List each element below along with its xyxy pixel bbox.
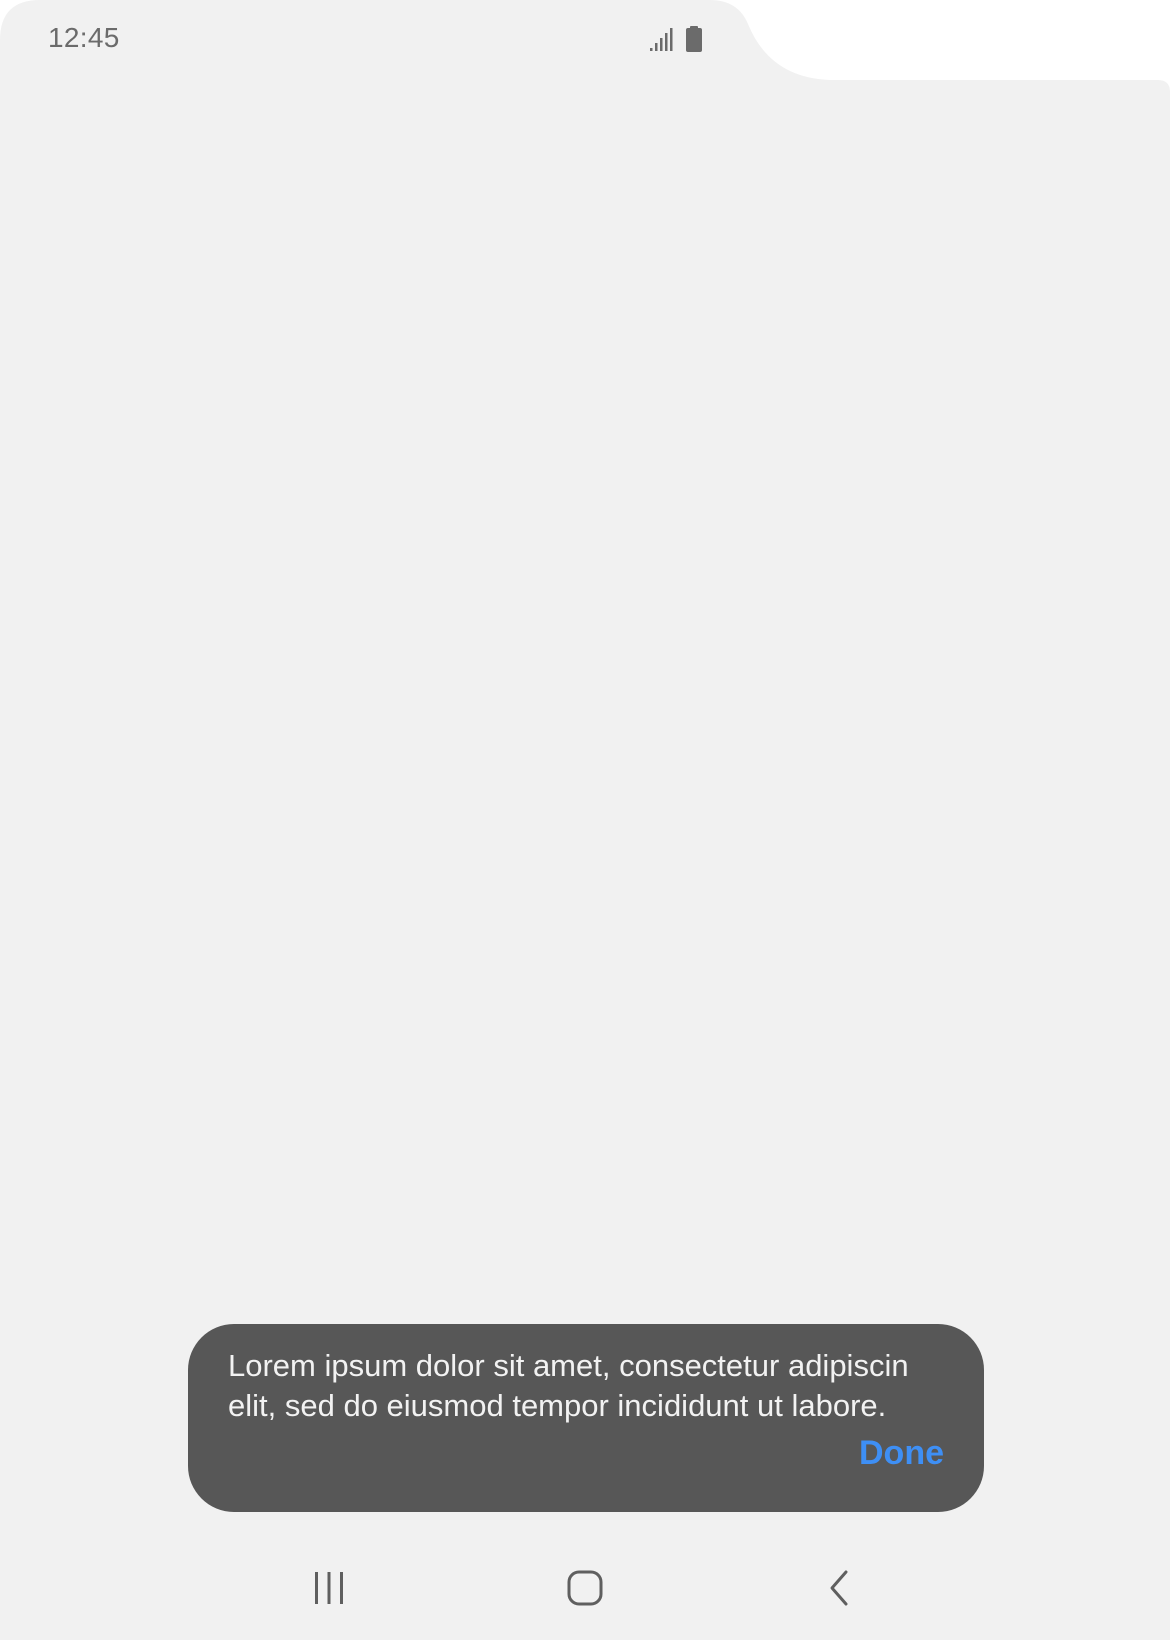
status-bar: 12:45	[0, 0, 745, 80]
status-time: 12:45	[48, 22, 120, 53]
phone-screen: 12:45 Lorem ipsum dolor sit amet, consec…	[0, 0, 1170, 1640]
done-button[interactable]: Done	[859, 1434, 944, 1473]
navigation-bar	[0, 1548, 1170, 1640]
home-button[interactable]	[545, 1548, 625, 1628]
home-icon	[567, 1570, 603, 1606]
snackbar: Lorem ipsum dolor sit amet, consectetur …	[188, 1324, 984, 1512]
snackbar-message: Lorem ipsum dolor sit amet, consectetur …	[228, 1348, 909, 1423]
battery-icon	[686, 26, 702, 52]
status-icons	[648, 26, 708, 54]
recent-apps-icon	[315, 1572, 343, 1604]
back-button[interactable]	[800, 1548, 880, 1628]
recent-apps-button[interactable]	[289, 1548, 369, 1628]
back-icon	[830, 1570, 848, 1606]
